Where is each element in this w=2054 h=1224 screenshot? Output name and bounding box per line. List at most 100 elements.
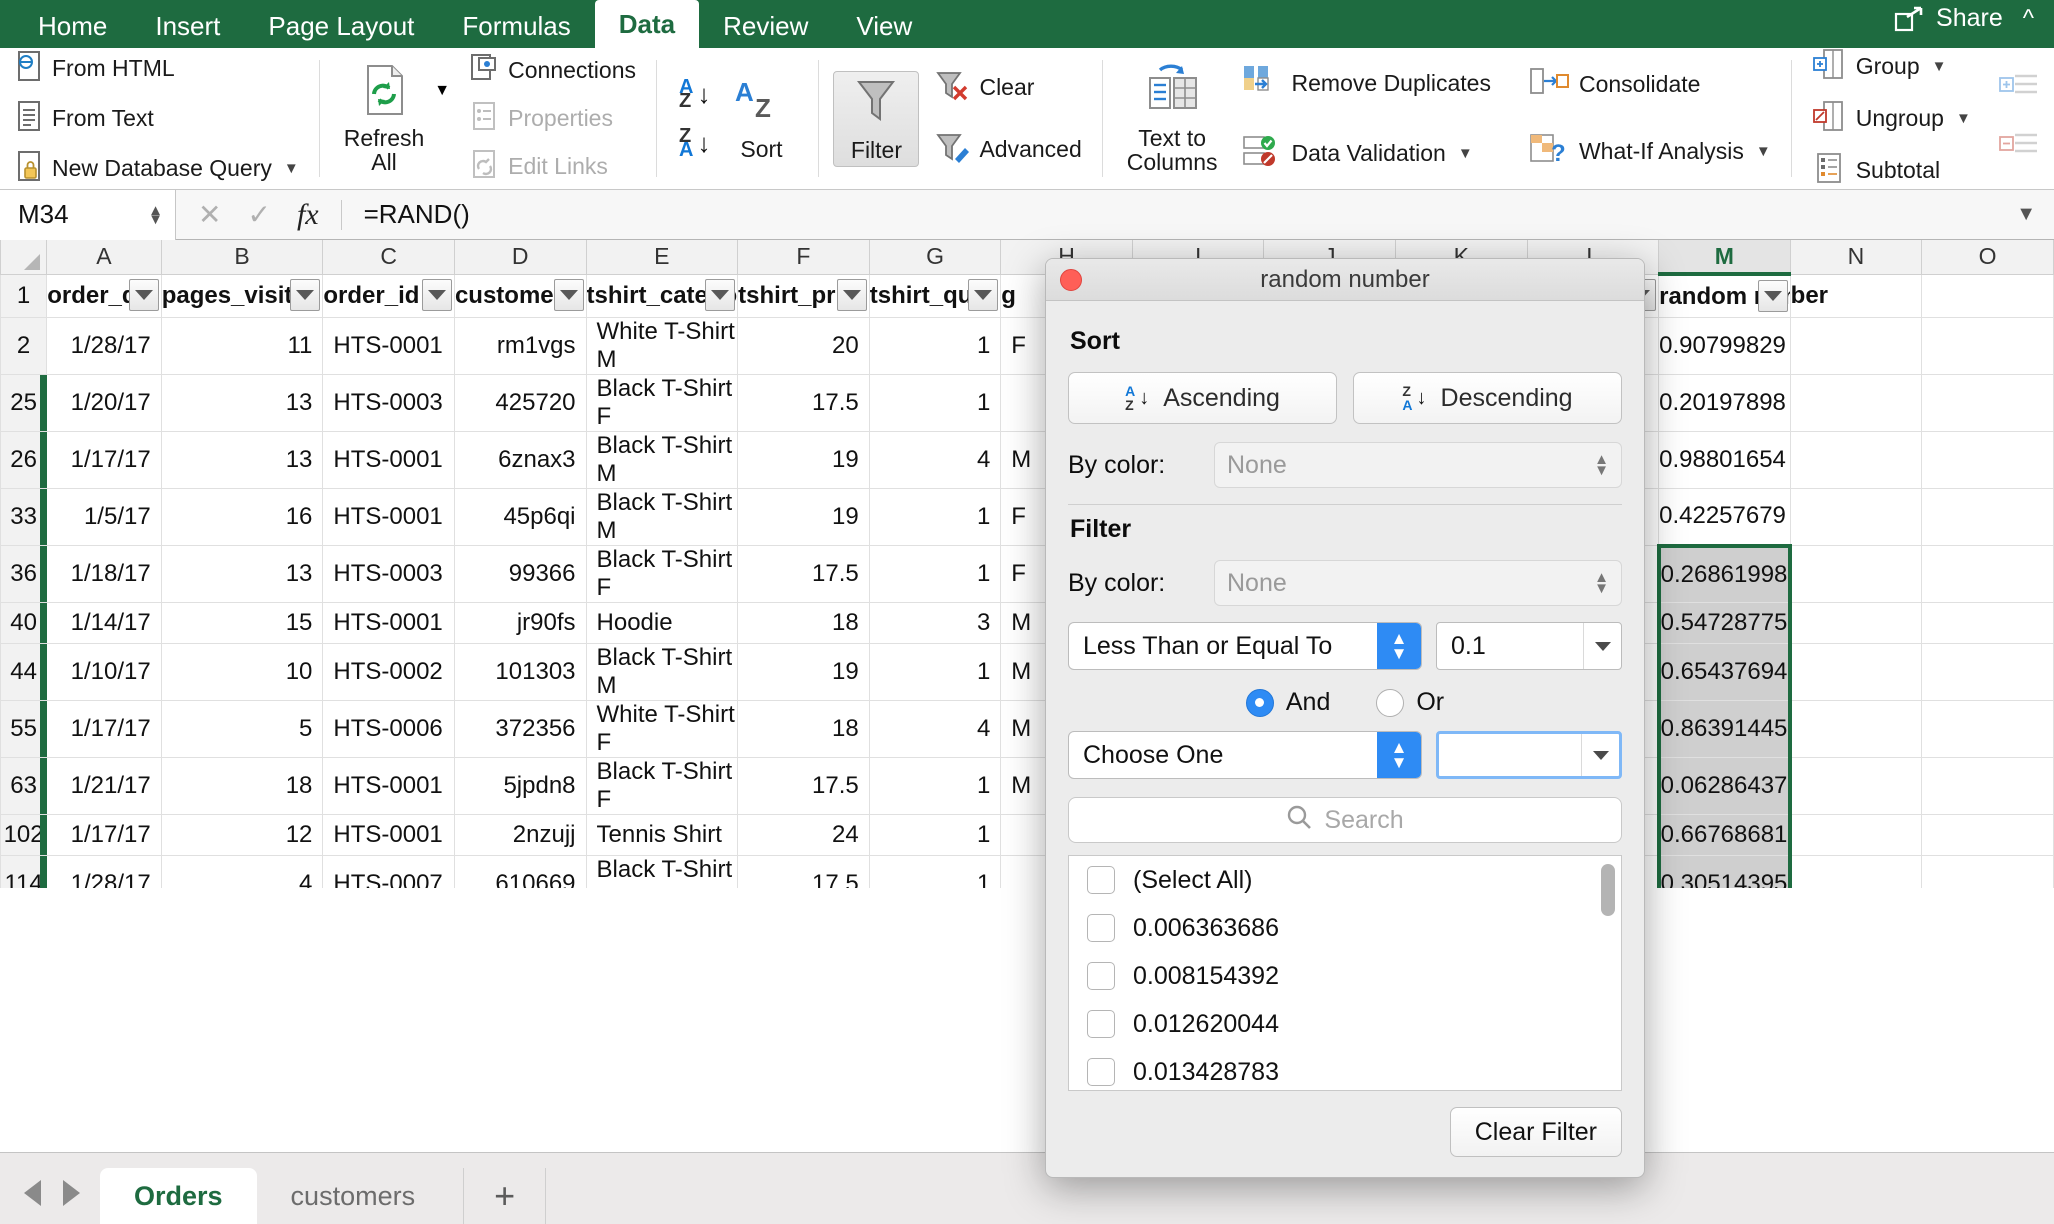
cell-customer[interactable]: 5jpdn8 [453, 757, 587, 815]
table-row[interactable]: 33 1/5/17 16 HTS-0001 45p6qi Black T-Shirt M1… [0, 488, 2054, 546]
filter-by-color-select[interactable]: None ▲ ▼ [1214, 560, 1622, 606]
cell-tshirt-quantity[interactable]: 4 [868, 431, 1002, 489]
add-sheet-button[interactable]: + [463, 1168, 547, 1224]
cell-random-number[interactable]: 0.42257679 [1658, 488, 1791, 546]
cell-tshirt-price[interactable]: 20 [737, 317, 870, 375]
row-head[interactable]: 55 [0, 700, 48, 758]
cell-customer[interactable]: 610669 [453, 855, 587, 888]
cell-empty[interactable] [1789, 488, 1923, 546]
tab-home[interactable]: Home [14, 4, 131, 48]
remove-duplicates-button[interactable]: Remove Duplicates [1236, 60, 1497, 108]
next-sheet-icon[interactable] [63, 1180, 80, 1206]
filter-dropdown-tshirt-price[interactable] [836, 278, 867, 311]
cell-order-date[interactable]: 1/28/17 [46, 317, 162, 375]
scrollbar-thumb[interactable] [1601, 864, 1615, 916]
tab-formulas[interactable]: Formulas [438, 4, 594, 48]
tab-view[interactable]: View [832, 4, 936, 48]
tab-page-layout[interactable]: Page Layout [244, 4, 438, 48]
cell-tshirt-price[interactable]: 17.5 [737, 855, 870, 888]
cell-order-id[interactable]: HTS-0003 [322, 545, 455, 603]
col-head-O[interactable]: O [1921, 240, 2054, 275]
cell-tshirt-category[interactable]: Black T-Shirt M [585, 488, 739, 546]
cell-tshirt-price[interactable]: 18 [737, 700, 870, 758]
filter-dropdown-customer[interactable] [553, 278, 584, 311]
cell-empty[interactable] [1921, 545, 2054, 603]
cell-tshirt-price[interactable]: 17.5 [737, 374, 870, 432]
sort-button[interactable]: AZ Sort [718, 73, 804, 165]
filter-dropdown-random-number[interactable] [1757, 280, 1788, 312]
cell-empty[interactable] [1921, 374, 2054, 432]
cell-tshirt-quantity[interactable]: 1 [868, 814, 1002, 856]
cell-empty[interactable] [1789, 757, 1923, 815]
chevron-down-icon[interactable]: ▼ [284, 160, 299, 177]
col-head-G[interactable]: G [868, 240, 1002, 275]
properties-button[interactable]: Properties [464, 97, 642, 141]
cell-random-number[interactable]: 0.90799829 [1658, 317, 1791, 375]
cell-customer[interactable]: 99366 [453, 545, 587, 603]
cell-tshirt-category[interactable]: Black T-Shirt F [585, 757, 739, 815]
cell-tshirt-quantity[interactable]: 3 [868, 602, 1002, 644]
cell-order-date[interactable]: 1/18/17 [46, 545, 162, 603]
cell-customer[interactable]: jr90fs [453, 602, 587, 644]
expand-formula-bar-icon[interactable]: ▼ [2016, 203, 2054, 226]
table-row[interactable]: 102 1/17/17 12 HTS-0001 2nzujj Tennis Shirt 24… [0, 814, 2054, 856]
list-item[interactable]: (Select All) [1069, 856, 1621, 904]
cell-order-id[interactable]: HTS-0001 [322, 431, 455, 489]
cell-random-number[interactable]: 0.86391445 [1656, 700, 1793, 758]
filter-value-1-dropdown-icon[interactable] [1583, 623, 1621, 669]
checkbox[interactable] [1087, 1010, 1115, 1038]
cell-order-id[interactable]: HTS-0001 [322, 814, 455, 856]
cell-tshirt-category[interactable]: Black T-Shirt M [585, 643, 739, 701]
filter-value-2-input[interactable] [1436, 731, 1622, 779]
cell-empty[interactable] [1789, 700, 1923, 758]
cell-order-date[interactable]: 1/14/17 [46, 602, 162, 644]
edit-links-button[interactable]: Edit Links [464, 145, 642, 189]
row-head[interactable]: 44 [0, 643, 48, 701]
confirm-formula-icon[interactable]: ✓ [247, 198, 270, 231]
list-item[interactable]: 0.012620044 [1069, 1000, 1621, 1048]
cell-tshirt-category[interactable]: White T-Shirt M [585, 317, 739, 375]
refresh-all-button[interactable]: Refresh All [334, 60, 435, 178]
cell-tshirt-price[interactable]: 19 [737, 643, 870, 701]
close-icon[interactable] [1060, 269, 1082, 291]
filter-values-list[interactable]: (Select All) 0.006363686 0.008154392 0.0… [1068, 855, 1622, 1091]
show-detail-icon[interactable] [1998, 70, 2039, 109]
cell-order-id[interactable]: HTS-0002 [322, 643, 455, 701]
cancel-formula-icon[interactable]: ✕ [198, 198, 221, 231]
checkbox[interactable] [1087, 1058, 1115, 1086]
data-validation-button[interactable]: Data Validation ▼ [1236, 130, 1497, 178]
filter-value-1-input[interactable]: 0.1 [1436, 622, 1622, 670]
cell-empty[interactable] [1921, 488, 2054, 546]
consolidate-button[interactable]: Consolidate [1523, 63, 1777, 107]
cell-customer[interactable]: 45p6qi [453, 488, 587, 546]
cell-order-date[interactable]: 1/5/17 [46, 488, 162, 546]
cell-empty[interactable] [1789, 643, 1923, 701]
checkbox[interactable] [1087, 962, 1115, 990]
cell-tshirt-category[interactable]: White T-Shirt F [585, 700, 739, 758]
cell-tshirt-price[interactable]: 19 [737, 431, 870, 489]
list-item[interactable]: 0.006363686 [1069, 904, 1621, 952]
subtotal-button[interactable]: Subtotal [1806, 148, 1977, 194]
col-head-A[interactable]: A [46, 240, 162, 275]
checkbox[interactable] [1087, 914, 1115, 942]
sort-ascending-button[interactable]: AZ ↓ [679, 77, 710, 111]
cell-empty[interactable] [1789, 814, 1923, 856]
row-head[interactable]: 25 [0, 374, 48, 432]
filter-dropdown-order-id[interactable] [421, 278, 452, 311]
col-head-M[interactable]: M [1658, 240, 1791, 276]
table-row[interactable]: 44 1/10/17 10 HTS-0002 101303 Black T-Shirt M… [0, 643, 2054, 701]
cell-order-id[interactable]: HTS-0003 [322, 374, 455, 432]
cell-empty[interactable] [1921, 855, 2054, 888]
filter-dropdown-order-date[interactable] [128, 278, 159, 311]
cell-pages-visited[interactable]: 10 [160, 643, 324, 701]
cell-empty[interactable] [1789, 374, 1923, 432]
cell-tshirt-quantity[interactable]: 1 [868, 855, 1002, 888]
cell-order-date[interactable]: 1/10/17 [46, 643, 162, 701]
what-if-analysis-button[interactable]: ? What-If Analysis ▼ [1523, 129, 1777, 175]
filter-operator-2-select[interactable]: Choose One ▲ ▼ [1068, 731, 1422, 779]
hide-detail-icon[interactable] [1998, 129, 2039, 168]
name-box[interactable]: M34 ▲ ▼ [0, 189, 176, 240]
list-item[interactable]: 0.013428783 [1069, 1048, 1621, 1090]
table-row[interactable]: 2 1/28/17 11 HTS-0001 rm1vgs White T-Shirt M2… [0, 317, 2054, 375]
row-head[interactable]: 33 [0, 488, 48, 546]
